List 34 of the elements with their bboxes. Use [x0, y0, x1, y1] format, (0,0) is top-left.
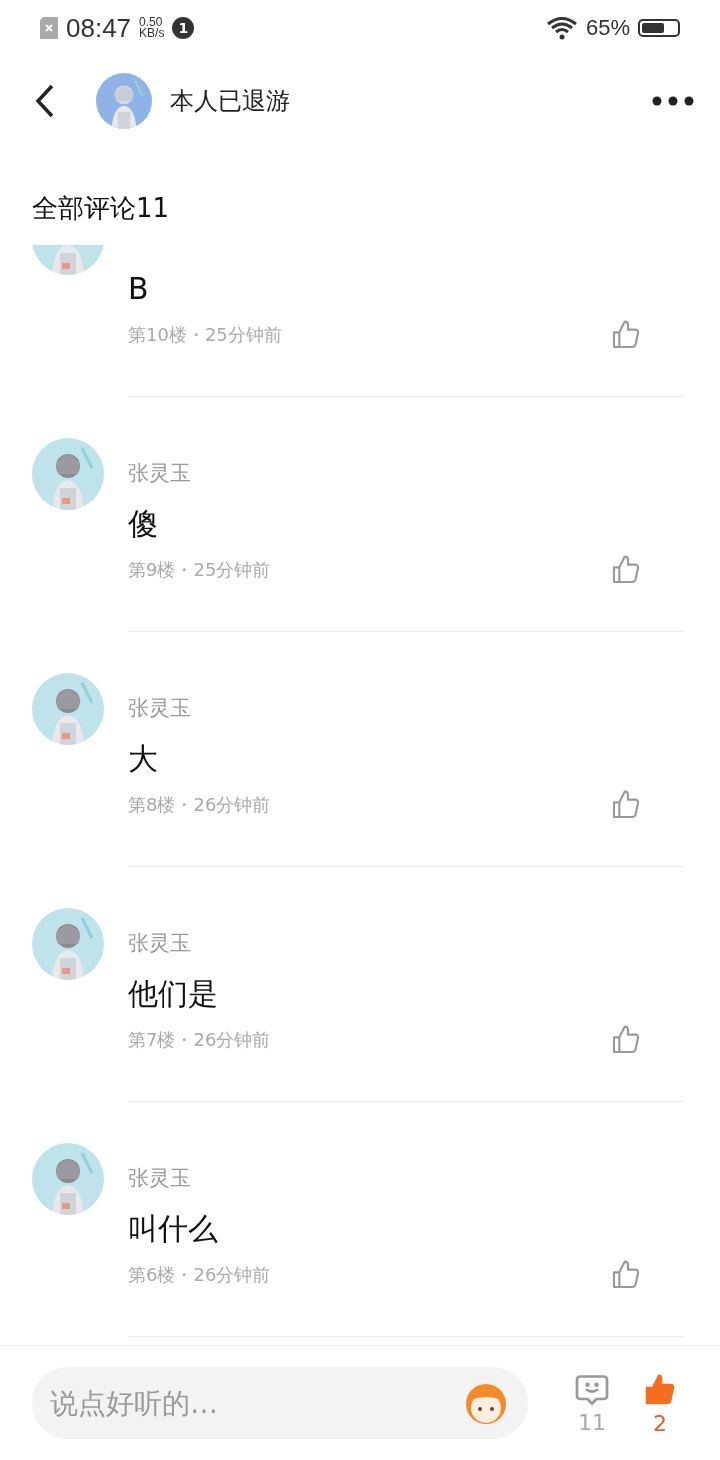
comment-meta: 第10楼・25分钟前	[128, 323, 282, 347]
status-time: 08:47	[66, 12, 132, 44]
section-title: 全部评论11	[32, 191, 170, 225]
thumbs-up-icon[interactable]	[610, 554, 642, 586]
sim-card-icon	[40, 17, 58, 39]
comment-meta: 第7楼・26分钟前	[128, 1028, 271, 1052]
comment-text: B	[128, 270, 149, 308]
wifi-icon	[545, 16, 578, 40]
comment-text: 他们是	[128, 975, 218, 1013]
commenter-name: 张灵玉	[128, 460, 191, 487]
user-name: 本人已退游	[170, 85, 291, 117]
comment-meta: 第9楼・25分钟前	[128, 558, 271, 582]
like-count: 2	[653, 1410, 667, 1436]
comment-text: 叫什么	[128, 1210, 218, 1248]
comment-text: 傻	[128, 505, 158, 543]
thumbs-up-icon[interactable]	[610, 789, 642, 821]
commenter-name: 张灵玉	[128, 1165, 191, 1192]
network-speed-unit: KB/s	[139, 28, 165, 39]
notification-badge: 1	[172, 17, 195, 39]
network-speed: 0.50	[139, 17, 163, 28]
comment-input[interactable]: 说点好听的…	[48, 1385, 460, 1421]
battery-icon	[638, 19, 680, 37]
commenter-name: 张灵玉	[128, 695, 191, 722]
comment-meta: 第6楼・26分钟前	[128, 1263, 271, 1287]
comment-field[interactable]: 说点好听的…	[32, 1367, 528, 1439]
more-icon[interactable]	[652, 95, 694, 106]
thumbs-up-icon[interactable]	[610, 1259, 642, 1291]
comment-count: 11	[578, 1409, 606, 1435]
battery-percent: 65%	[585, 15, 630, 41]
commenter-name: 张灵玉	[128, 930, 191, 957]
comment-text: 大	[128, 740, 158, 778]
comment-meta: 第8楼・26分钟前	[128, 793, 271, 817]
thumbs-up-icon[interactable]	[610, 1024, 642, 1056]
thumbs-up-icon[interactable]	[610, 319, 642, 351]
